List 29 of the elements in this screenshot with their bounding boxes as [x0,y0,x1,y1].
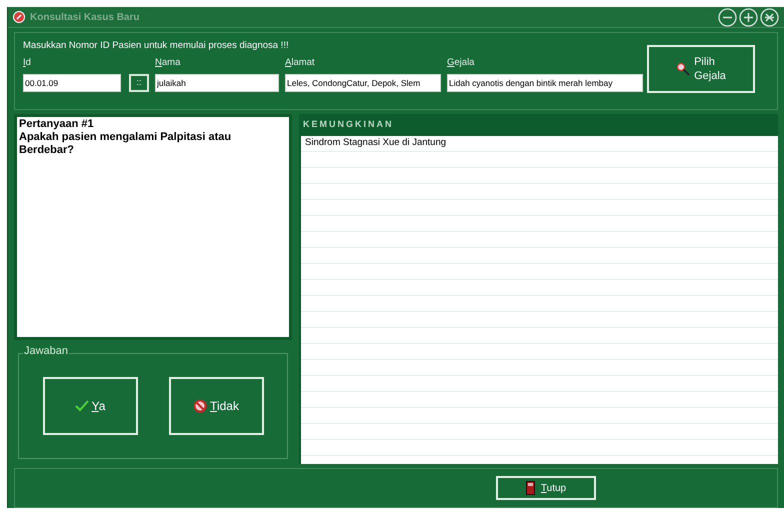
maximize-icon[interactable] [739,8,758,26]
field-label: Id [23,56,32,70]
input-field[interactable]: julaikah [155,74,279,92]
question-number: Pertanyaan #1 [19,118,95,131]
lookup-button[interactable]: :: [129,74,149,92]
app-icon [13,11,25,23]
input-field[interactable]: 00.01.09 [23,74,121,92]
window-title: Konsultasi Kasus Baru [30,10,140,24]
input-field[interactable]: Leles, CondongCatur, Depok, Slem [285,74,441,92]
field-label: Nama [155,56,182,70]
possibilities-header: KEMUNGKINAN [302,118,394,132]
door-icon [526,481,535,495]
question-text: Apakah pasien mengalami Palpitasi atau Berdebar? [19,131,232,157]
field-label: Alamat [285,56,316,70]
list-item[interactable]: Sindrom Stagnasi Xue di Jantung [305,136,446,151]
yes-button[interactable]: Ya [42,377,138,435]
pick-symptom-label: Pilih Gejala [694,55,726,83]
input-field[interactable]: Lidah cyanotis dengan bintik merah lembay [447,74,643,92]
magnifier-icon [676,62,690,76]
no-button[interactable]: Tidak [168,377,264,435]
close-icon[interactable] [760,8,779,26]
close-button[interactable]: Tutup [496,476,596,500]
prohibited-icon [193,399,208,413]
field-label: Gejala [447,56,476,70]
instruction-text: Masukkan Nomor ID Pasien untuk memulai proses diagnosa !!! [23,39,290,53]
check-icon [74,400,89,412]
groupbox-legend: Jawaban [23,346,70,357]
pick-symptom-button[interactable]: Pilih Gejala [647,45,755,93]
minimize-icon[interactable] [718,8,737,26]
